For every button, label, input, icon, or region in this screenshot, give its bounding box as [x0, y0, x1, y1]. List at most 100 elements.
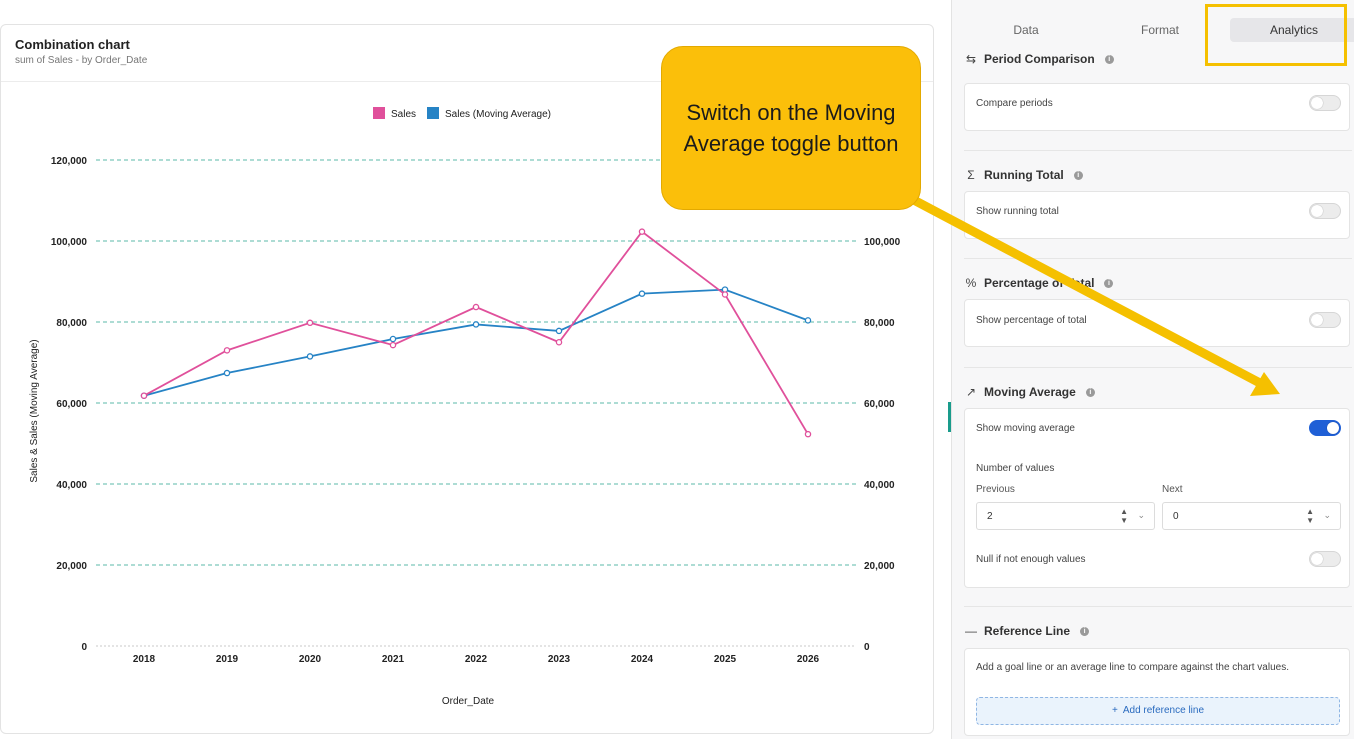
moving-average-title: ↗ Moving Average i [964, 385, 1095, 399]
sigma-icon: Σ [967, 168, 975, 182]
info-icon[interactable]: i [1080, 626, 1090, 636]
x-tick-label: 2026 [797, 654, 820, 665]
x-tick-label: 2022 [465, 654, 488, 665]
period-comparison-label: Period Comparison [984, 52, 1095, 66]
legend-label: Sales (Moving Average) [445, 109, 551, 120]
info-icon[interactable]: i [1104, 54, 1114, 64]
chevron-down-icon[interactable]: ⌄ [1137, 510, 1145, 521]
reference-line-box: Add a goal line or an average line to co… [964, 648, 1350, 736]
null-values-toggle[interactable] [1309, 551, 1341, 567]
callout-box: Switch on the Moving Average toggle butt… [661, 46, 921, 210]
reference-line-label: Reference Line [984, 624, 1071, 638]
chart-title: Combination chart [15, 37, 130, 52]
y-tick-label-right: 60,000 [864, 399, 895, 410]
data-point [223, 347, 231, 354]
data-point [389, 341, 397, 349]
data-point [721, 291, 729, 298]
y-tick-label-left: 120,000 [51, 156, 88, 167]
compare-periods-toggle[interactable] [1309, 95, 1341, 111]
x-tick-label: 2019 [216, 654, 239, 665]
info-icon[interactable]: i [1104, 278, 1114, 288]
next-stepper[interactable]: 0 ▲ ▼ ⌄ [1162, 502, 1341, 530]
data-point [555, 327, 563, 335]
percentage-of-total-title: % Percentage of Total i [964, 276, 1114, 290]
x-tick-label: 2021 [382, 654, 405, 665]
y-tick-label-left: 40,000 [56, 480, 87, 491]
tab-data[interactable]: Data [966, 18, 1086, 42]
period-comparison-icon: ⇆ [965, 52, 977, 66]
next-value: 0 [1173, 511, 1179, 522]
x-tick-label: 2023 [548, 654, 571, 665]
chart-subtitle: sum of Sales - by Order_Date [15, 55, 148, 66]
y-tick-label-left: 80,000 [56, 318, 87, 329]
compare-periods-label: Compare periods [976, 98, 1053, 109]
running-total-box: Show running total [964, 191, 1350, 239]
x-tick-label: 2025 [714, 654, 737, 665]
y-tick-label-left: 60,000 [56, 399, 87, 410]
show-running-total-label: Show running total [976, 206, 1059, 217]
trend-up-icon: ↗ [965, 385, 977, 399]
data-point [472, 303, 480, 311]
data-point [140, 392, 148, 399]
percentage-of-total-toggle[interactable] [1309, 312, 1341, 328]
y-tick-label-right: 20,000 [864, 561, 895, 572]
y-tick-label-right: 80,000 [864, 318, 895, 329]
y-tick-label-right: 100,000 [864, 237, 901, 248]
reference-line-description: Add a goal line or an average line to co… [976, 662, 1289, 673]
callout-text: Switch on the Moving Average toggle butt… [683, 100, 899, 156]
stepper-arrows-icon[interactable]: ▲ ▼ [1120, 507, 1128, 525]
y-tick-label-left: 20,000 [56, 561, 87, 572]
info-icon[interactable]: i [1073, 170, 1083, 180]
plus-icon: + [1111, 705, 1118, 716]
info-icon[interactable]: i [1085, 387, 1095, 397]
y-tick-label-right: 40,000 [864, 480, 895, 491]
show-percentage-label: Show percentage of total [976, 315, 1087, 326]
percent-icon: % [965, 276, 977, 290]
add-reference-line-label: Add reference line [1122, 705, 1205, 716]
divider [964, 258, 1352, 259]
show-moving-average-label: Show moving average [976, 423, 1075, 434]
divider [964, 150, 1352, 151]
legend-label: Sales [391, 109, 416, 120]
y-tick-label-left: 0 [81, 642, 87, 653]
percentage-of-total-box: Show percentage of total [964, 299, 1350, 347]
percentage-of-total-label: Percentage of Total [984, 276, 1095, 290]
previous-value: 2 [987, 511, 993, 522]
data-point [804, 317, 812, 324]
divider [964, 606, 1352, 607]
data-point [804, 430, 812, 438]
chart-header: Combination chart sum of Sales - by Orde… [15, 37, 147, 66]
minus-icon: — [965, 624, 977, 638]
data-point [638, 290, 646, 297]
running-total-toggle[interactable] [1309, 203, 1341, 219]
divider [964, 367, 1352, 368]
period-comparison-box: Compare periods [964, 83, 1350, 131]
running-total-label: Running Total [984, 168, 1064, 182]
moving-average-label: Moving Average [984, 385, 1076, 399]
reference-line-title: — Reference Line i [964, 624, 1090, 638]
x-tick-label: 2018 [133, 654, 156, 665]
analytics-panel: Data Format Analytics ⇆ Period Compariso… [951, 0, 1354, 739]
moving-average-box: Show moving average Number of values Pre… [964, 408, 1350, 588]
y-axis-label: Sales & Sales (Moving Average) [29, 339, 40, 482]
data-point [389, 335, 397, 343]
period-comparison-title: ⇆ Period Comparison i [964, 52, 1114, 66]
legend-swatch [373, 107, 385, 119]
stepper-arrows-icon[interactable]: ▲ ▼ [1306, 507, 1314, 525]
x-tick-label: 2020 [299, 654, 322, 665]
series-line [143, 230, 809, 435]
x-tick-label: 2024 [631, 654, 654, 665]
data-point [638, 228, 646, 235]
data-point [306, 319, 314, 327]
data-point [306, 353, 314, 360]
add-reference-line-button[interactable]: + Add reference line [976, 697, 1340, 725]
next-label: Next [1162, 484, 1183, 495]
previous-stepper[interactable]: 2 ▲ ▼ ⌄ [976, 502, 1155, 530]
x-axis-label: Order_Date [442, 696, 495, 707]
moving-average-toggle[interactable] [1309, 420, 1341, 436]
data-point [472, 321, 480, 328]
tab-format[interactable]: Format [1100, 18, 1220, 42]
previous-label: Previous [976, 484, 1015, 495]
chevron-down-icon[interactable]: ⌄ [1323, 510, 1331, 521]
null-values-label: Null if not enough values [976, 554, 1086, 565]
